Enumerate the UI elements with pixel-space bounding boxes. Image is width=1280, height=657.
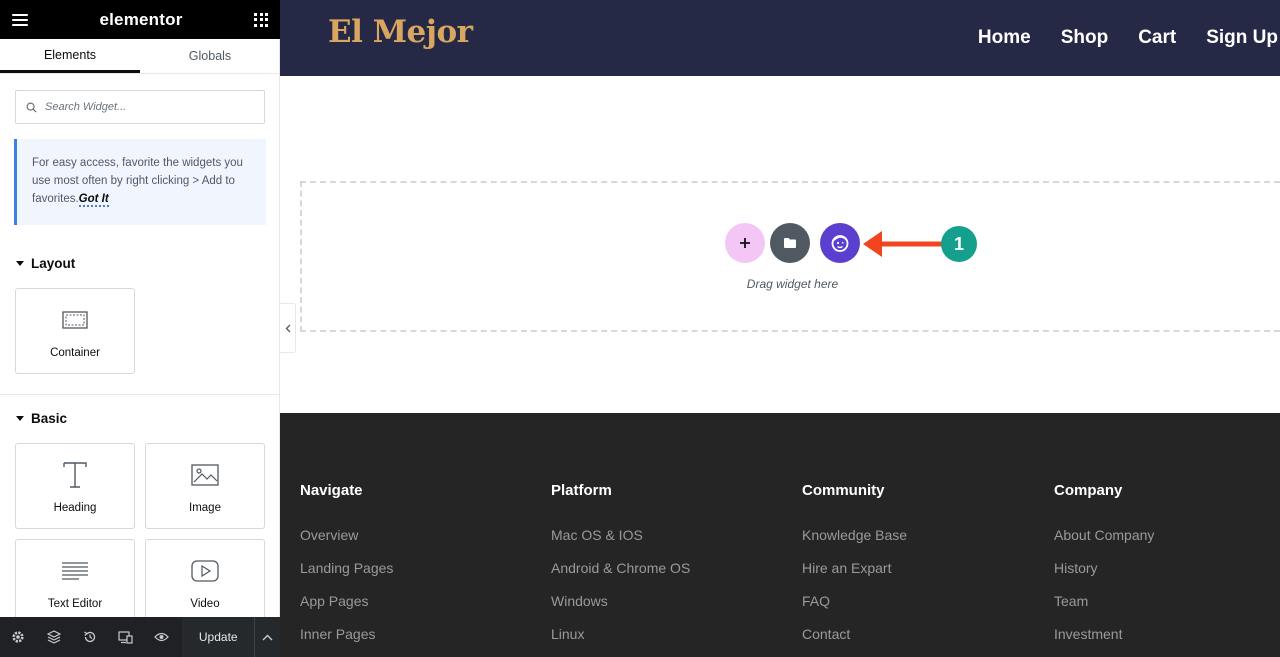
footer-link[interactable]: Overview bbox=[300, 519, 393, 552]
footer-link[interactable]: Linux bbox=[551, 618, 690, 651]
nav-link-home[interactable]: Home bbox=[978, 27, 1031, 49]
video-play-icon bbox=[191, 558, 219, 584]
add-section-button[interactable] bbox=[725, 223, 765, 263]
search-icon bbox=[26, 102, 37, 113]
preview-canvas: El Mejor Home Shop Cart Sign Up Drag wid… bbox=[280, 0, 1280, 657]
chevron-left-icon bbox=[285, 324, 290, 332]
widget-heading[interactable]: Heading bbox=[15, 443, 135, 529]
nav-link-cart[interactable]: Cart bbox=[1138, 27, 1176, 49]
image-icon bbox=[191, 462, 219, 488]
editor-logo: elementor bbox=[99, 9, 183, 29]
editor-panel: elementor Elements Globals For easy acce… bbox=[0, 0, 281, 657]
add-template-button[interactable] bbox=[770, 223, 810, 263]
tip-text: For easy access, favorite the widgets yo… bbox=[32, 157, 243, 205]
footer-link[interactable]: FAQ bbox=[802, 585, 907, 618]
preview-eye-icon[interactable] bbox=[144, 617, 180, 657]
tab-globals[interactable]: Globals bbox=[140, 39, 280, 73]
widget-label: Image bbox=[189, 502, 221, 514]
widget-label: Container bbox=[50, 347, 100, 359]
divider bbox=[0, 394, 280, 395]
panel-footer: Update bbox=[0, 617, 281, 657]
footer-link[interactable]: Team bbox=[1054, 585, 1154, 618]
footer-link[interactable]: About Company bbox=[1054, 519, 1154, 552]
folder-icon bbox=[784, 238, 796, 248]
footer-column-title: Platform bbox=[551, 482, 612, 499]
site-logo[interactable]: El Mejor bbox=[328, 14, 473, 50]
site-footer: Navigate Overview Landing Pages App Page… bbox=[280, 413, 1280, 657]
search-input[interactable] bbox=[45, 101, 255, 113]
footer-column-title: Community bbox=[802, 482, 885, 499]
footer-link[interactable]: Contact bbox=[802, 618, 907, 651]
drag-widget-hint: Drag widget here bbox=[746, 277, 839, 291]
favorites-tip: For easy access, favorite the widgets yo… bbox=[14, 139, 266, 225]
text-editor-icon bbox=[61, 558, 89, 584]
footer-link[interactable]: Investment bbox=[1054, 618, 1154, 651]
ai-face-icon bbox=[831, 235, 849, 252]
annotation-arrow-icon bbox=[863, 231, 942, 257]
layers-icon[interactable] bbox=[36, 617, 72, 657]
container-icon bbox=[62, 307, 88, 333]
site-nav: Home Shop Cart Sign Up bbox=[948, 0, 1278, 76]
category-layout[interactable]: Layout bbox=[16, 256, 75, 271]
footer-column-navigate: Navigate Overview Landing Pages App Page… bbox=[300, 482, 393, 651]
responsive-icon[interactable] bbox=[108, 617, 144, 657]
panel-header: elementor bbox=[0, 0, 280, 39]
step-number-badge: 1 bbox=[941, 226, 977, 262]
settings-icon[interactable] bbox=[0, 617, 36, 657]
widget-container[interactable]: Container bbox=[15, 288, 135, 374]
nav-link-shop[interactable]: Shop bbox=[1061, 27, 1109, 49]
widget-label: Text Editor bbox=[47, 598, 103, 610]
heading-icon bbox=[62, 462, 88, 488]
chevron-up-icon[interactable] bbox=[254, 617, 281, 657]
caret-down-icon bbox=[16, 261, 24, 266]
footer-link[interactable]: Hire an Expart bbox=[802, 552, 907, 585]
plus-icon bbox=[740, 238, 750, 248]
footer-link[interactable]: App Pages bbox=[300, 585, 393, 618]
got-it-link[interactable]: Got It bbox=[78, 193, 109, 207]
footer-link[interactable]: Landing Pages bbox=[300, 552, 393, 585]
nav-link-sign-up[interactable]: Sign Up bbox=[1206, 27, 1278, 49]
collapse-panel-button[interactable] bbox=[280, 303, 296, 353]
footer-link[interactable]: Knowledge Base bbox=[802, 519, 907, 552]
widget-label: Video bbox=[190, 598, 220, 610]
menu-icon[interactable] bbox=[12, 13, 28, 26]
panel-content[interactable]: For easy access, favorite the widgets yo… bbox=[0, 74, 280, 617]
widget-text-editor[interactable]: Text Editor bbox=[15, 539, 135, 617]
footer-link[interactable]: Android & Chrome OS bbox=[551, 552, 690, 585]
footer-link[interactable]: Windows bbox=[551, 585, 690, 618]
widget-video[interactable]: Video bbox=[145, 539, 265, 617]
caret-down-icon bbox=[16, 416, 24, 421]
widget-label: Heading bbox=[53, 502, 97, 514]
widget-image[interactable]: Image bbox=[145, 443, 265, 529]
search-box[interactable] bbox=[15, 90, 265, 124]
category-basic[interactable]: Basic bbox=[16, 411, 67, 426]
footer-column-title: Navigate bbox=[300, 482, 363, 499]
site-header: El Mejor Home Shop Cart Sign Up bbox=[280, 0, 1280, 76]
update-button[interactable]: Update bbox=[182, 617, 255, 657]
footer-column-title: Company bbox=[1054, 482, 1123, 499]
footer-column-company: Company About Company History Team Inves… bbox=[1054, 482, 1154, 651]
ai-builder-button[interactable] bbox=[820, 223, 860, 263]
tab-elements[interactable]: Elements bbox=[0, 39, 140, 73]
footer-link[interactable]: Inner Pages bbox=[300, 618, 393, 651]
category-layout-title: Layout bbox=[31, 256, 76, 271]
widgets-grid-icon[interactable] bbox=[254, 12, 268, 27]
footer-column-community: Community Knowledge Base Hire an Expart … bbox=[802, 482, 907, 651]
footer-column-platform: Platform Mac OS & IOS Android & Chrome O… bbox=[551, 482, 690, 651]
history-icon[interactable] bbox=[72, 617, 108, 657]
category-basic-title: Basic bbox=[31, 411, 68, 426]
footer-link[interactable]: History bbox=[1054, 552, 1154, 585]
footer-link[interactable]: Mac OS & IOS bbox=[551, 519, 690, 552]
panel-tabs: Elements Globals bbox=[0, 39, 280, 74]
